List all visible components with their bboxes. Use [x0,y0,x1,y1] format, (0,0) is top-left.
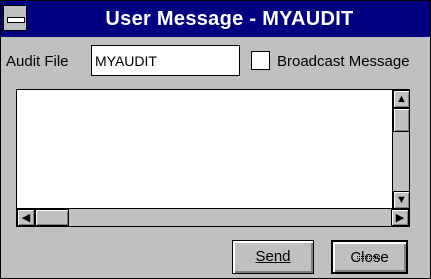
arrow-up-icon[interactable]: ▲ [393,90,410,108]
broadcast-label: Broadcast Message [277,53,410,70]
title-bar[interactable]: User Message - MYAUDIT [1,1,430,37]
message-textarea[interactable] [16,89,410,227]
audit-file-label: Audit File [6,53,69,70]
send-button-label: Send [255,248,291,265]
window-title: User Message - MYAUDIT [105,8,354,30]
arrow-right-icon[interactable]: ▶ [391,209,409,226]
audit-file-field[interactable]: MYAUDIT [91,45,240,76]
close-button[interactable]: Close [331,240,408,274]
system-menu-icon[interactable] [3,5,27,31]
user-message-window: User Message - MYAUDIT Audit File MYAUDI… [0,0,431,279]
send-button[interactable]: Send [232,240,314,274]
broadcast-checkbox[interactable] [251,51,270,70]
horizontal-scroll-thumb[interactable] [35,209,69,226]
close-button-label: Close [350,249,389,266]
vertical-scrollbar[interactable]: ▲ ▼ [392,90,410,209]
arrow-down-icon[interactable]: ▼ [393,191,410,209]
arrow-left-icon[interactable]: ◀ [17,209,35,226]
vertical-scroll-thumb[interactable] [393,108,410,132]
horizontal-scrollbar[interactable]: ◀ ▶ [17,208,409,226]
